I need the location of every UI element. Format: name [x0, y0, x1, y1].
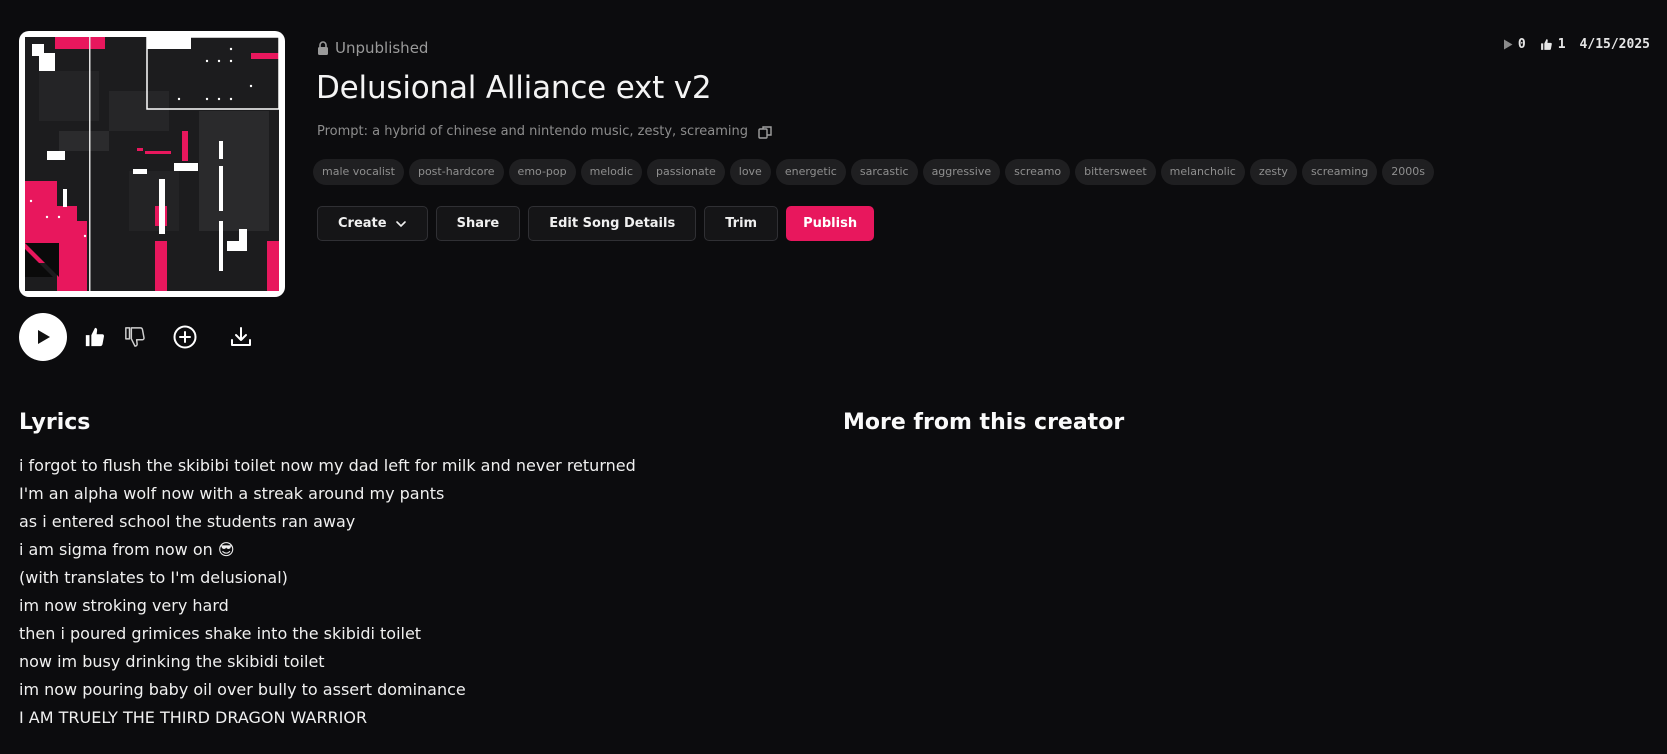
lyric-line: i am sigma from now on 😎 — [19, 540, 235, 559]
lyrics-body: i forgot to flush the skibibi toilet now… — [19, 452, 636, 732]
play-count-value: 0 — [1517, 37, 1526, 52]
tag[interactable]: zesty — [1249, 159, 1297, 185]
create-label: Create — [338, 216, 387, 231]
action-bar: Create Share Edit Song Details Trim Publ… — [317, 206, 875, 241]
status-label: Unpublished — [335, 39, 429, 57]
tag[interactable]: aggressive — [922, 159, 1001, 185]
dislike-button[interactable] — [121, 323, 149, 351]
thumbs-up-icon — [1540, 39, 1552, 50]
tag[interactable]: love — [729, 159, 771, 185]
song-title: Delusional Alliance ext v2 — [316, 70, 712, 106]
lyric-line: I AM TRUELY THE THIRD DRAGON WARRIOR — [19, 708, 368, 727]
tag[interactable]: screamo — [1005, 159, 1071, 185]
tag[interactable]: passionate — [647, 159, 725, 185]
lyrics-heading: Lyrics — [19, 410, 91, 435]
lock-icon — [318, 41, 328, 55]
play-icon — [1503, 39, 1513, 50]
lyric-line: now im busy drinking the skibidi toilet — [19, 652, 325, 671]
cover-art[interactable] — [19, 31, 285, 297]
copy-icon[interactable] — [758, 125, 772, 139]
play-count: 0 — [1503, 37, 1526, 52]
tag[interactable]: energetic — [775, 159, 846, 185]
tag[interactable]: male vocalist — [313, 159, 404, 185]
download-button[interactable] — [227, 323, 255, 351]
prompt-text: Prompt: a hybrid of chinese and nintendo… — [317, 124, 748, 139]
tag[interactable]: melodic — [580, 159, 642, 185]
tag[interactable]: bittersweet — [1075, 159, 1156, 185]
chevron-down-icon — [395, 220, 406, 227]
lyric-line: (with translates to I'm delusional) — [19, 568, 288, 587]
tag[interactable]: screaming — [1301, 159, 1378, 185]
thumbs-up-icon — [85, 327, 105, 347]
lyric-line: as i entered school the students ran awa… — [19, 512, 356, 531]
lyric-line: im now pouring baby oil over bully to as… — [19, 680, 466, 699]
publish-status: Unpublished — [317, 39, 428, 57]
like-button[interactable] — [81, 323, 109, 351]
tag[interactable]: sarcastic — [850, 159, 918, 185]
add-to-playlist-button[interactable] — [171, 323, 199, 351]
lyric-line: then i poured grimices shake into the sk… — [19, 624, 422, 643]
cover-art-image — [25, 36, 280, 291]
lyric-line: im now stroking very hard — [19, 596, 229, 615]
play-button[interactable] — [19, 313, 67, 361]
edit-song-details-button[interactable]: Edit Song Details — [528, 206, 697, 241]
like-count: 1 — [1540, 37, 1566, 52]
song-stats: 0 1 4/15/2025 — [1503, 37, 1650, 52]
create-button[interactable]: Create — [317, 206, 428, 241]
tag-list: male vocalist post-hardcore emo-pop melo… — [313, 159, 1434, 185]
like-count-value: 1 — [1557, 37, 1566, 52]
tag[interactable]: melancholic — [1160, 159, 1245, 185]
player-controls — [19, 313, 255, 361]
lyric-line: i forgot to flush the skibibi toilet now… — [19, 456, 636, 475]
play-icon — [38, 330, 50, 344]
trim-button[interactable]: Trim — [704, 206, 779, 241]
tag[interactable]: 2000s — [1382, 159, 1434, 185]
download-icon — [231, 327, 251, 346]
song-prompt: Prompt: a hybrid of chinese and nintendo… — [317, 124, 772, 139]
thumbs-down-icon — [125, 327, 145, 347]
tag[interactable]: emo-pop — [508, 159, 576, 185]
tag[interactable]: post-hardcore — [408, 159, 504, 185]
add-circle-icon — [173, 325, 197, 349]
created-date: 4/15/2025 — [1579, 37, 1650, 52]
share-button[interactable]: Share — [435, 206, 521, 241]
more-from-creator-heading: More from this creator — [843, 410, 1125, 435]
lyric-line: I'm an alpha wolf now with a streak arou… — [19, 484, 445, 503]
publish-button[interactable]: Publish — [786, 206, 875, 241]
